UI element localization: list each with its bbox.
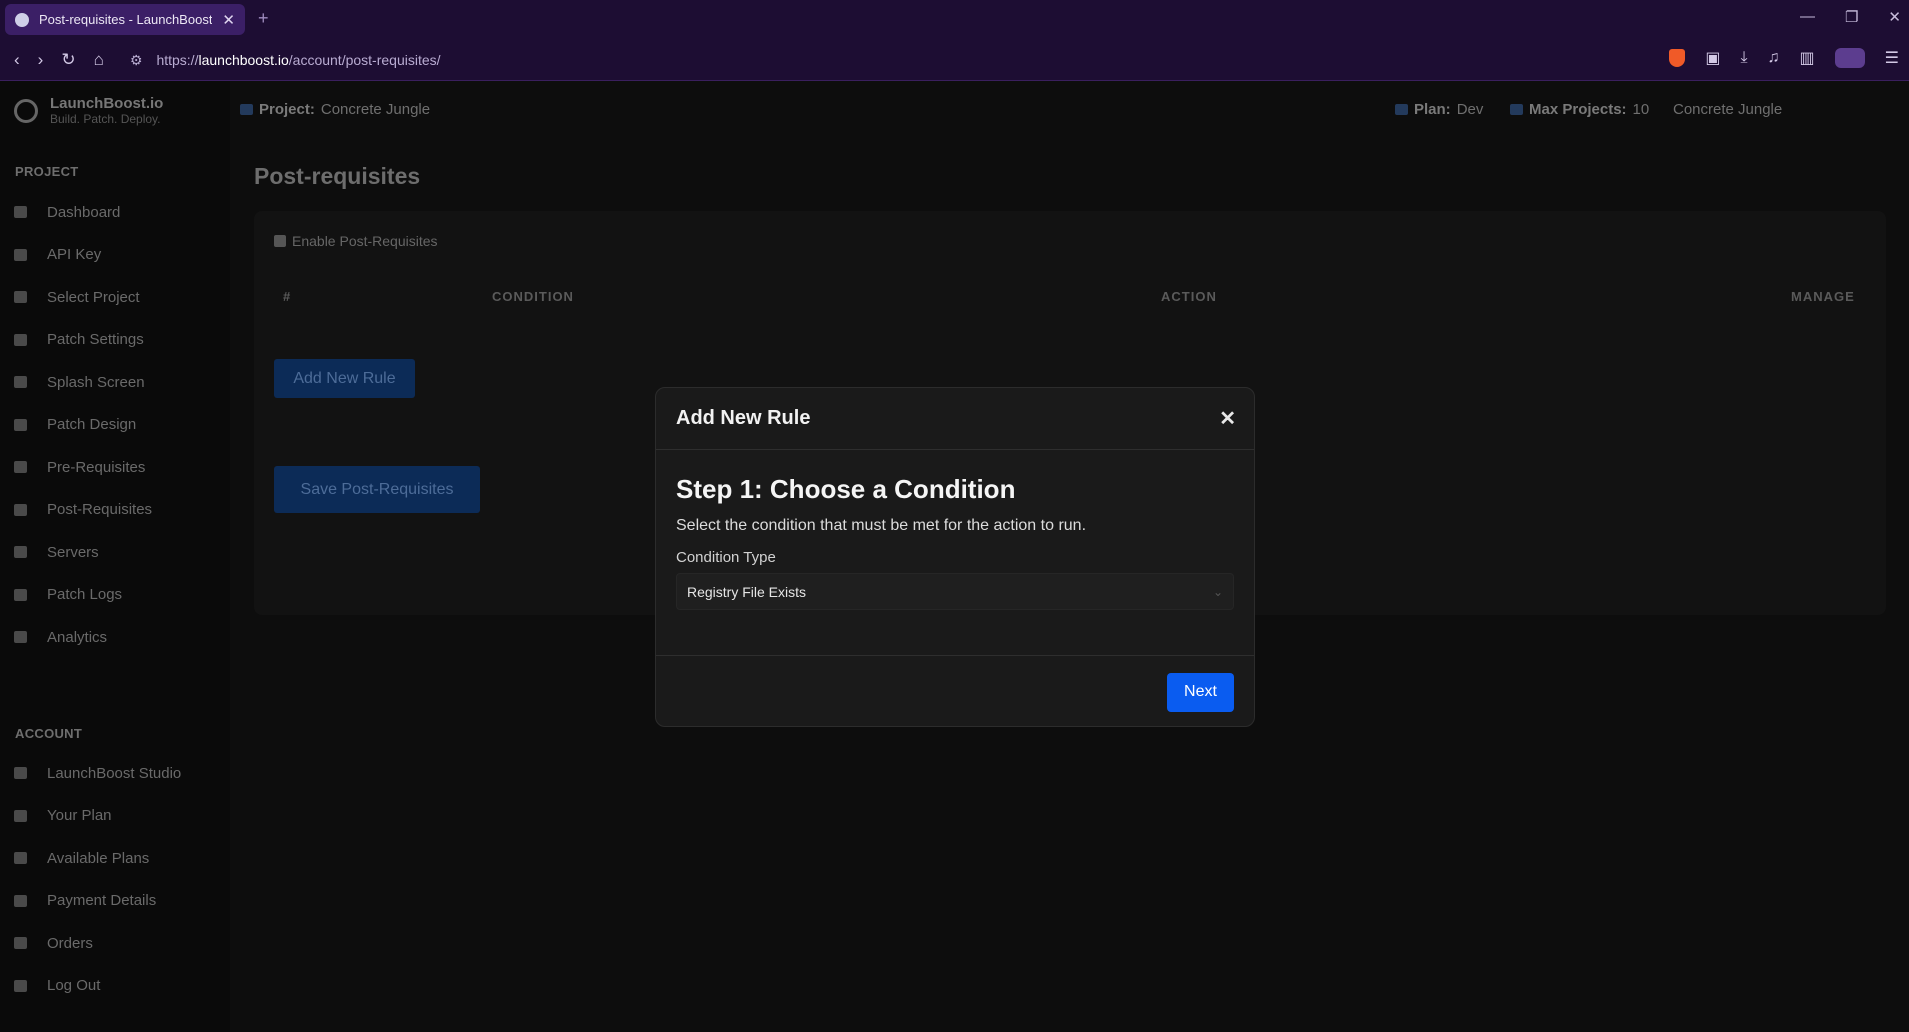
next-button[interactable]: Next <box>1167 672 1234 712</box>
condition-type-label: Condition Type <box>676 549 776 566</box>
modal-body: Step 1: Choose a Condition Select the co… <box>656 450 1254 656</box>
step-description: Select the condition that must be met fo… <box>676 517 1087 534</box>
modal-footer: Next <box>656 656 1254 726</box>
close-modal-icon[interactable]: ✕ <box>1219 406 1236 431</box>
step-heading: Step 1: Choose a Condition <box>676 474 1016 504</box>
condition-type-select[interactable]: Registry File Exists ⌄ <box>676 573 1234 610</box>
modal-header: Add New Rule ✕ <box>656 388 1254 450</box>
condition-type-value: Registry File Exists <box>687 583 807 600</box>
modal-title: Add New Rule <box>676 407 811 429</box>
modal-backdrop: Add New Rule ✕ Step 1: Choose a Conditio… <box>0 0 1909 1032</box>
chevron-down-icon: ⌄ <box>1212 584 1223 599</box>
add-rule-modal: Add New Rule ✕ Step 1: Choose a Conditio… <box>655 387 1255 727</box>
